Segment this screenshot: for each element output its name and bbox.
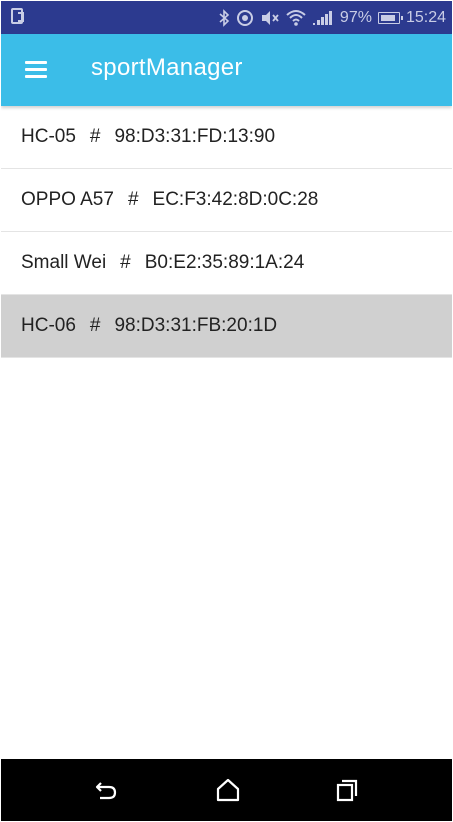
device-separator: # bbox=[120, 252, 131, 273]
device-separator: # bbox=[89, 126, 101, 147]
device-name: HC-05 bbox=[21, 126, 76, 147]
signal-icon bbox=[312, 10, 334, 26]
target-icon bbox=[236, 9, 254, 27]
clock-time: 15:24 bbox=[405, 8, 446, 26]
app-bar: sportManager bbox=[1, 34, 452, 106]
screen-rotate-icon bbox=[11, 8, 24, 24]
wifi-icon bbox=[286, 9, 306, 27]
device-list-item[interactable]: Small Wei # B0:E2:35:89:1A:24 bbox=[1, 232, 452, 295]
phone-screen: 97% 15:24 sportManager HC-05 #98:D3:31:FD… bbox=[1, 1, 452, 821]
device-list-item[interactable]: HC-05 #98:D3:31:FD:13:90 bbox=[1, 106, 452, 169]
recent-apps-icon[interactable] bbox=[332, 775, 362, 805]
device-separator: # bbox=[89, 315, 101, 336]
bluetooth-icon bbox=[218, 8, 230, 27]
device-name: HC-06 bbox=[21, 315, 76, 336]
mute-icon bbox=[260, 9, 280, 27]
status-bar: 97% 15:24 bbox=[1, 1, 452, 34]
navigation-bar bbox=[1, 759, 452, 821]
back-icon[interactable] bbox=[91, 775, 121, 805]
device-name: OPPO A57 bbox=[21, 189, 114, 210]
device-address: B0:E2:35:89:1A:24 bbox=[144, 252, 305, 273]
home-icon[interactable] bbox=[213, 775, 243, 805]
hamburger-menu-icon[interactable] bbox=[23, 57, 49, 81]
device-address: 98:D3:31:FB:20:1D bbox=[114, 315, 278, 336]
battery-percent: 97% bbox=[339, 8, 372, 26]
device-list-item[interactable]: OPPO A57 # EC:F3:42:8D:0C:28 bbox=[1, 169, 452, 232]
device-address: 98:D3:31:FD:13:90 bbox=[114, 126, 276, 147]
device-name: Small Wei bbox=[21, 252, 107, 273]
status-icons: 97% 15:24 bbox=[218, 1, 446, 34]
app-title: sportManager bbox=[91, 54, 243, 81]
device-address: EC:F3:42:8D:0C:28 bbox=[152, 189, 319, 210]
device-separator: # bbox=[127, 189, 139, 210]
device-list: HC-05 #98:D3:31:FD:13:90 OPPO A57 # EC:F3:4… bbox=[1, 106, 452, 358]
device-list-item-selected[interactable]: HC-06 #98:D3:31:FB:20:1D bbox=[1, 295, 452, 358]
battery-icon bbox=[377, 11, 403, 24]
